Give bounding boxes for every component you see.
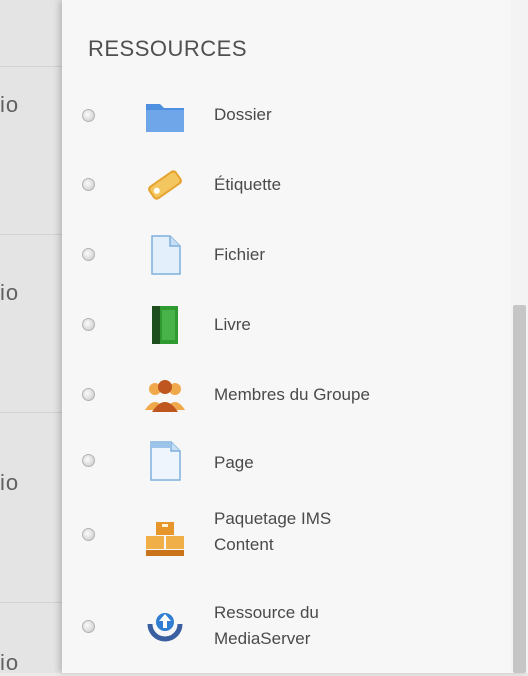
radio-button[interactable] bbox=[82, 248, 95, 261]
resource-option-dossier[interactable]: Dossier bbox=[62, 80, 511, 150]
resources-panel: RESSOURCES Dossier Étiquette Fichier Liv… bbox=[62, 0, 528, 673]
background-divider bbox=[0, 234, 62, 235]
file-icon bbox=[142, 232, 188, 278]
item-label: Ressource du MediaServer bbox=[214, 603, 319, 648]
label-tag-icon bbox=[142, 162, 188, 208]
item-label: Paquetage IMS Content bbox=[214, 509, 332, 554]
page-icon bbox=[142, 438, 188, 484]
background-text-fragment: io bbox=[0, 92, 20, 117]
item-label: Fichier bbox=[214, 245, 266, 264]
background-divider bbox=[0, 602, 62, 603]
radio-button[interactable] bbox=[82, 388, 95, 401]
folder-icon bbox=[142, 92, 188, 138]
scrollbar-track[interactable] bbox=[511, 0, 528, 673]
item-label: Étiquette bbox=[214, 175, 282, 194]
background-divider bbox=[0, 66, 62, 67]
radio-button[interactable] bbox=[82, 318, 95, 331]
background-text-fragment: io bbox=[0, 280, 20, 305]
book-icon bbox=[142, 302, 188, 348]
background-divider bbox=[0, 412, 62, 413]
item-label: Membres du Groupe bbox=[214, 385, 370, 404]
group-members-icon bbox=[142, 372, 188, 418]
radio-button[interactable] bbox=[82, 528, 95, 541]
scrollbar-thumb[interactable] bbox=[513, 305, 526, 673]
resource-option-etiquette[interactable]: Étiquette bbox=[62, 150, 511, 220]
resource-option-membres-du-groupe[interactable]: Membres du Groupe bbox=[62, 360, 511, 430]
radio-button[interactable] bbox=[82, 109, 95, 122]
panel-title: RESSOURCES bbox=[88, 36, 248, 61]
resource-option-ressource-du-mediaserver[interactable]: Ressource du MediaServer bbox=[62, 572, 511, 648]
resource-option-paquetage-ims-content[interactable]: Paquetage IMS Content bbox=[62, 502, 511, 572]
item-label: Page bbox=[214, 453, 254, 472]
radio-button[interactable] bbox=[82, 454, 95, 467]
resource-option-livre[interactable]: Livre bbox=[62, 290, 511, 360]
resource-option-fichier[interactable]: Fichier bbox=[62, 220, 511, 290]
ims-package-icon bbox=[142, 516, 188, 562]
item-label: Livre bbox=[214, 315, 251, 334]
item-label: Dossier bbox=[214, 105, 272, 124]
radio-button[interactable] bbox=[82, 178, 95, 191]
background-text-fragment: io bbox=[0, 650, 20, 675]
upload-icon bbox=[142, 604, 188, 650]
radio-button[interactable] bbox=[82, 620, 95, 633]
background-text-fragment: io bbox=[0, 470, 20, 495]
resource-option-page[interactable]: Page bbox=[62, 430, 511, 500]
